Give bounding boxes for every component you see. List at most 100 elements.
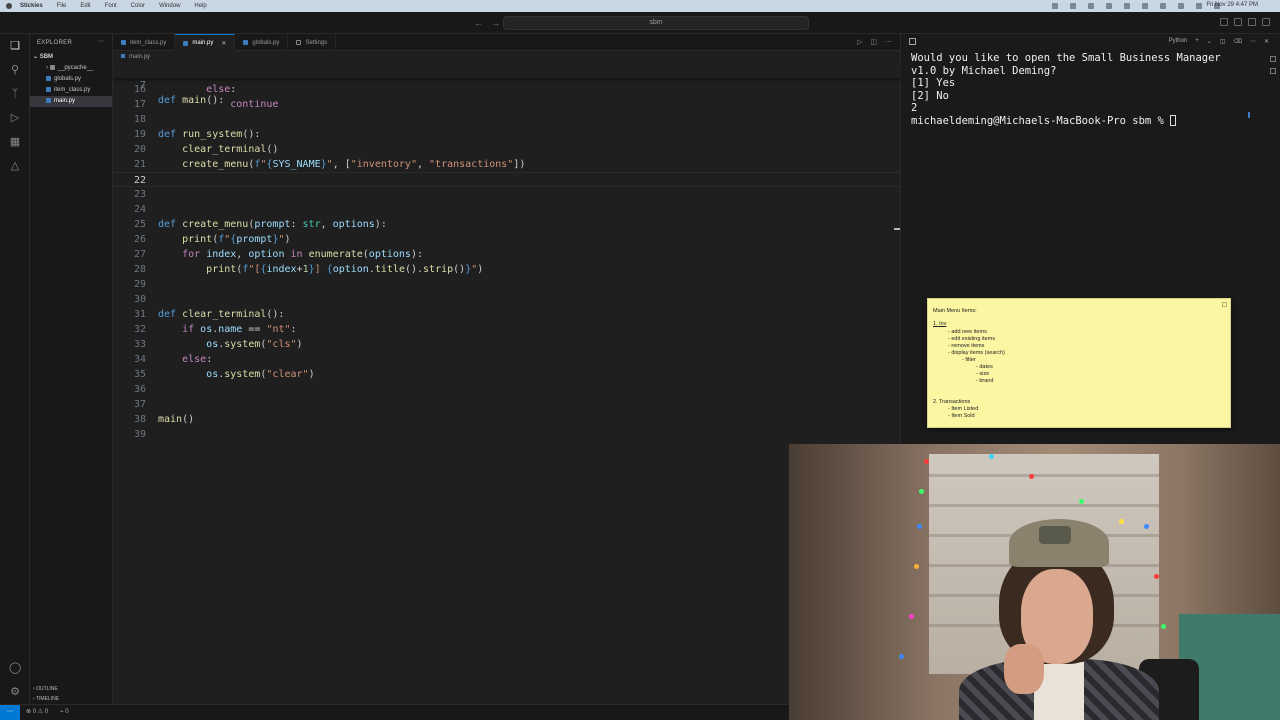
code-row[interactable]: 30 <box>113 292 900 307</box>
menu-edit[interactable]: Edit <box>80 3 90 9</box>
code-row[interactable]: 39 <box>113 427 900 442</box>
menubar-app-name[interactable]: Stickies <box>20 3 43 9</box>
explorer-icon[interactable]: ❏ <box>9 40 21 52</box>
current-line[interactable]: 22 <box>113 172 900 187</box>
account-icon[interactable]: ◯ <box>9 662 21 674</box>
close-icon[interactable]: ✕ <box>221 40 226 47</box>
code-row[interactable]: 23 <box>113 187 900 202</box>
stickies-note[interactable]: Main Menu Items: 1. Inv - add new items … <box>927 298 1231 428</box>
code-row[interactable]: 29 <box>113 277 900 292</box>
menu-file[interactable]: File <box>57 3 67 9</box>
outline-section[interactable]: › OUTLINE <box>33 686 58 692</box>
tab-settings[interactable]: Settings <box>288 34 337 51</box>
note-line: Main Menu Items: <box>933 308 977 314</box>
tab-globals[interactable]: globals.py <box>235 34 289 51</box>
terminal-tab-icon[interactable] <box>1270 68 1276 74</box>
terminal-icon[interactable] <box>909 38 916 45</box>
menubar-clock[interactable]: Fri Nov 29 4:47 PM <box>1206 2 1258 8</box>
source-control-icon[interactable]: ᛉ <box>9 88 21 100</box>
menu-window[interactable]: Window <box>159 3 180 9</box>
tray-icon[interactable] <box>1196 3 1202 9</box>
menu-color[interactable]: Color <box>131 3 145 9</box>
tree-item-item-class[interactable]: item_class.py <box>30 85 112 96</box>
code-row[interactable]: 35 os.system("clear") <box>113 367 900 382</box>
menu-font[interactable]: Font <box>105 3 117 9</box>
code-row[interactable]: 28 print(f"[{index+1}] {option.title().s… <box>113 262 900 277</box>
tray-icon[interactable] <box>1178 3 1184 9</box>
note-close-icon[interactable] <box>1222 302 1227 307</box>
dropdown-icon[interactable]: ⌄ <box>1207 38 1212 45</box>
tab-item-class[interactable]: item_class.py <box>113 34 176 51</box>
tab-main[interactable]: main.py ✕ <box>175 34 236 51</box>
tree-item-label: globals.py <box>54 76 82 82</box>
note-line: - edit existing items <box>948 336 996 342</box>
code-row[interactable]: 19 def run_system(): <box>113 127 900 142</box>
code-editor[interactable]: 7 def main(): 16 else: 17 continue 18 19… <box>113 63 900 704</box>
code-row[interactable]: 32 if os.name == "nt": <box>113 322 900 337</box>
code-row[interactable]: 16 else: <box>113 82 900 97</box>
tray-icon[interactable] <box>1160 3 1166 9</box>
run-debug-icon[interactable]: ▷ <box>9 112 21 124</box>
code-row[interactable]: 37 <box>113 397 900 412</box>
terminal-output[interactable]: Would you like to open the Small Busines… <box>911 52 1251 127</box>
blind-slat <box>929 504 1159 507</box>
problems-indicator[interactable]: ⊗ 0 ⚠ 0 <box>26 708 48 715</box>
manage-gear-icon[interactable]: ⚙ <box>9 686 21 698</box>
tree-item-pycache[interactable]: › __pycache__ <box>30 63 112 74</box>
tree-item-main[interactable]: main.py <box>30 96 112 107</box>
trash-icon[interactable]: ⌫ <box>1233 38 1241 45</box>
tray-icon[interactable] <box>1070 3 1076 9</box>
code-row[interactable]: 18 <box>113 112 900 127</box>
toggle-panel-icon[interactable] <box>1234 18 1242 26</box>
breadcrumb-file[interactable]: main.py <box>129 54 150 60</box>
code-row[interactable]: 36 <box>113 382 900 397</box>
terminal-shell-label[interactable]: Python <box>1169 38 1188 45</box>
more-actions-icon[interactable]: ⋯ <box>1250 38 1256 45</box>
more-actions-icon[interactable]: ⋯ <box>885 38 892 46</box>
more-actions-icon[interactable]: ⋯ <box>98 38 104 45</box>
workspace-folder[interactable]: ⌄ SBM <box>33 53 53 60</box>
code-row[interactable]: 34 else: <box>113 352 900 367</box>
code-row[interactable]: 25 def create_menu(prompt: str, options): <box>113 217 900 232</box>
customize-layout-icon[interactable] <box>1262 18 1270 26</box>
code-row[interactable]: 38 main() <box>113 412 900 427</box>
split-editor-icon[interactable]: ◫ <box>870 38 877 46</box>
apple-icon[interactable] <box>6 3 12 9</box>
code-row[interactable]: 31 def clear_terminal(): <box>113 307 900 322</box>
menu-help[interactable]: Help <box>194 3 206 9</box>
tree-item-globals[interactable]: globals.py <box>30 74 112 85</box>
code-row[interactable]: 26 print(f"{prompt}") <box>113 232 900 247</box>
toggle-secondary-sidebar-icon[interactable] <box>1248 18 1256 26</box>
tray-icon[interactable] <box>1106 3 1112 9</box>
terminal-tab-icon[interactable] <box>1270 56 1276 62</box>
timeline-section[interactable]: › TIMELINE <box>33 696 59 702</box>
close-icon[interactable]: ✕ <box>1264 38 1269 45</box>
code-row[interactable]: 20 clear_terminal() <box>113 142 900 157</box>
testing-icon[interactable]: △ <box>9 160 21 172</box>
remote-indicator-icon[interactable]: ⋯ <box>0 705 20 720</box>
search-icon[interactable]: ⚲ <box>9 64 21 76</box>
code-row[interactable]: 27 for index, option in enumerate(option… <box>113 247 900 262</box>
breadcrumb: main.py <box>113 51 900 63</box>
run-icon[interactable]: ▷ <box>857 38 862 46</box>
tray-icon[interactable] <box>1088 3 1094 9</box>
code-row[interactable]: 24 <box>113 202 900 217</box>
forward-arrow-icon[interactable]: → <box>491 18 500 28</box>
code-row[interactable]: 17 continue <box>113 97 900 112</box>
tray-icon[interactable] <box>1124 3 1130 9</box>
line-number: 27 <box>133 249 146 260</box>
terminal-line: 2 <box>911 102 918 114</box>
code-row[interactable]: 33 os.system("cls") <box>113 337 900 352</box>
tray-icon[interactable] <box>1052 3 1058 9</box>
sticky-scroll-line[interactable]: 7 def main(): <box>113 63 900 106</box>
extensions-icon[interactable]: ▦ <box>9 136 21 148</box>
code-row[interactable]: 21 create_menu(f"{SYS_NAME}", ["inventor… <box>113 157 900 172</box>
back-arrow-icon[interactable]: ← <box>474 18 483 28</box>
split-terminal-icon[interactable]: ◫ <box>1220 38 1226 45</box>
add-terminal-icon[interactable]: + <box>1195 38 1199 45</box>
tray-icon[interactable] <box>1142 3 1148 9</box>
toggle-sidebar-icon[interactable] <box>1220 18 1228 26</box>
line-number: 28 <box>133 264 146 275</box>
ports-indicator[interactable]: ⌁ 0 <box>60 708 69 715</box>
command-center[interactable]: sbm <box>503 16 809 30</box>
